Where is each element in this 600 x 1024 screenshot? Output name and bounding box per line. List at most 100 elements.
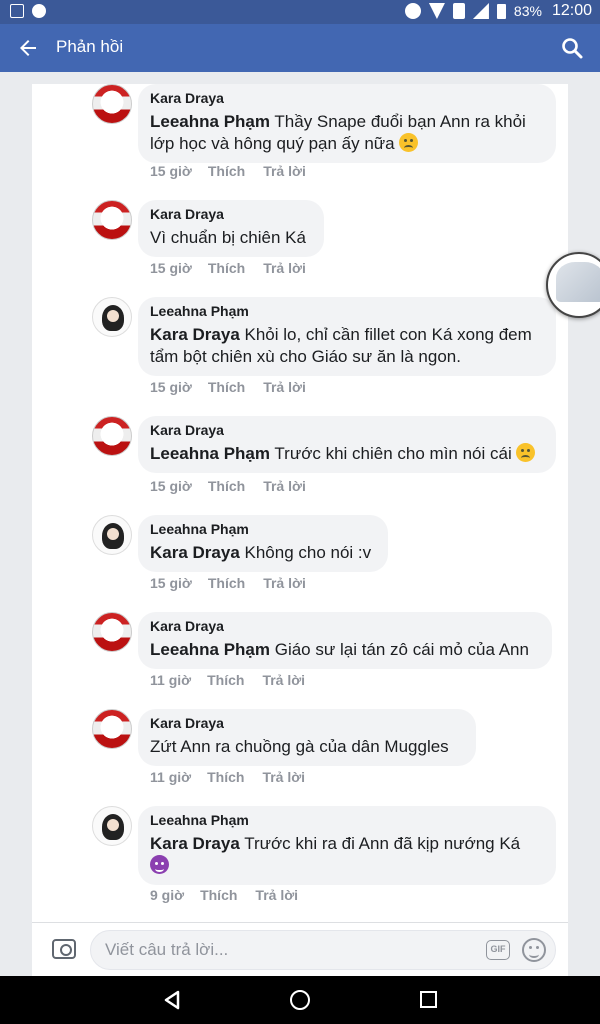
gif-button[interactable]: GIF: [486, 940, 510, 960]
comment-text: Kara Draya Khỏi lo, chỉ cần fillet con K…: [150, 325, 532, 366]
comment-time: 11 giờ: [150, 672, 192, 688]
comment-text: Leeahna Phạm Trước khi chiên cho mìn nói…: [150, 443, 544, 465]
comment-author[interactable]: Kara Draya: [150, 618, 540, 634]
devil-emoji-icon: [150, 855, 169, 874]
wifi-icon: [428, 3, 445, 19]
comment-time: 15 giờ: [150, 163, 192, 179]
comment-author[interactable]: Kara Draya: [150, 90, 544, 106]
reply-link[interactable]: Trả lời: [263, 478, 306, 494]
app-header: Phản hồi: [0, 24, 600, 72]
mention[interactable]: Leeahna Phạm: [150, 640, 270, 659]
mention[interactable]: Kara Draya: [150, 543, 240, 562]
comment-author[interactable]: Kara Draya: [150, 715, 464, 731]
signal-icon: [472, 3, 489, 19]
status-bar: 83% 12:00: [0, 0, 600, 24]
home-circle-icon[interactable]: [290, 990, 310, 1010]
reply-link[interactable]: Trả lời: [263, 379, 306, 395]
image-icon: [10, 4, 24, 18]
avatar[interactable]: [92, 297, 132, 337]
avatar[interactable]: [92, 416, 132, 456]
comment-actions: 11 giờ Thích Trả lời: [150, 672, 305, 688]
comment-bubble: Leeahna Phạm Kara Draya Khỏi lo, chỉ cần…: [138, 297, 556, 376]
sticker-icon[interactable]: [522, 938, 546, 962]
comment-actions: 15 giờ Thích Trả lời: [150, 575, 306, 591]
comment-text: Leeahna Phạm Giáo sư lại tán zô cái mỏ c…: [150, 640, 529, 659]
comment-author[interactable]: Leeahna Phạm: [150, 303, 544, 319]
comment-time: 9 giờ: [150, 887, 185, 903]
search-button[interactable]: [560, 36, 584, 60]
comment-author[interactable]: Leeahna Phạm: [150, 521, 376, 537]
status-left-icons: [10, 4, 46, 18]
comment-actions: 9 giờ Thích Trả lời: [150, 887, 298, 903]
comment-time: 11 giờ: [150, 769, 192, 785]
status-right-icons: 83% 12:00: [404, 2, 592, 20]
comment-actions: 15 giờ Thích Trả lời: [150, 260, 306, 276]
mention[interactable]: Leeahna Phạm: [150, 444, 270, 463]
recents-square-icon[interactable]: [420, 991, 437, 1008]
search-icon: [562, 38, 583, 59]
like-link[interactable]: Thích: [208, 260, 245, 276]
avatar[interactable]: [92, 709, 132, 749]
comment-text: Kara Draya Trước khi ra đi Ann đã kịp nư…: [150, 833, 544, 877]
like-link[interactable]: Thích: [208, 575, 245, 591]
comment-text: Kara Draya Không cho nói :v: [150, 543, 372, 562]
chat-head-avatar: [556, 262, 600, 302]
sad-emoji-icon: [516, 443, 536, 462]
system-nav-bar: [0, 976, 600, 1024]
comment-author[interactable]: Kara Draya: [150, 422, 544, 438]
avatar[interactable]: [92, 612, 132, 652]
reply-link[interactable]: Trả lời: [255, 887, 298, 903]
comment-time: 15 giờ: [150, 379, 192, 395]
comment-author[interactable]: Leeahna Phạm: [150, 812, 544, 828]
comment-text: Zứt Ann ra chuồng gà của dân Muggles: [150, 737, 449, 756]
reply-composer: GIF: [32, 922, 568, 976]
do-not-disturb-icon: [404, 3, 421, 19]
comment-text: Leeahna Phạm Thầy Snape đuổi bạn Ann ra …: [150, 112, 526, 153]
comment-bubble: Kara Draya Vì chuẩn bị chiên Ká: [138, 200, 324, 257]
unknown-question-icon: [452, 3, 465, 19]
comment-actions: 15 giờ Thích Trả lời: [150, 163, 306, 179]
comment-thread: Kara Draya Leeahna Phạm Thầy Snape đuổi …: [32, 84, 568, 922]
avatar[interactable]: [92, 806, 132, 846]
comment-bubble: Kara Draya Zứt Ann ra chuồng gà của dân …: [138, 709, 476, 766]
like-link[interactable]: Thích: [208, 379, 245, 395]
comment-time: 15 giờ: [150, 575, 192, 591]
like-link[interactable]: Thích: [207, 769, 244, 785]
comment-bubble: Kara Draya Leeahna Phạm Trước khi chiên …: [138, 416, 556, 473]
page-title: Phản hồi: [56, 37, 124, 56]
arrow-left-icon: [20, 40, 36, 56]
comment-time: 15 giờ: [150, 478, 192, 494]
comment-actions: 15 giờ Thích Trả lời: [150, 379, 306, 395]
back-button[interactable]: [16, 36, 40, 60]
messenger-icon: [32, 4, 46, 18]
reply-link[interactable]: Trả lời: [263, 163, 306, 179]
reply-link[interactable]: Trả lời: [263, 260, 306, 276]
comment-author[interactable]: Kara Draya: [150, 206, 312, 222]
mention[interactable]: Kara Draya: [150, 834, 240, 853]
mention[interactable]: Kara Draya: [150, 325, 240, 344]
comment-bubble: Kara Draya Leeahna Phạm Thầy Snape đuổi …: [138, 84, 556, 163]
mention[interactable]: Leeahna Phạm: [150, 112, 270, 131]
comment-bubble: Leeahna Phạm Kara Draya Không cho nói :v: [138, 515, 388, 572]
back-triangle-icon[interactable]: [162, 990, 182, 1010]
comment-bubble: Kara Draya Leeahna Phạm Giáo sư lại tán …: [138, 612, 552, 669]
like-link[interactable]: Thích: [207, 672, 244, 688]
comment-bubble: Leeahna Phạm Kara Draya Trước khi ra đi …: [138, 806, 556, 885]
like-link[interactable]: Thích: [200, 887, 237, 903]
battery-icon: [496, 3, 506, 19]
clock: 12:00: [551, 2, 592, 19]
comment-actions: 15 giờ Thích Trả lời: [150, 478, 306, 494]
comment-text: Vì chuẩn bị chiên Ká: [150, 228, 306, 247]
comment-time: 15 giờ: [150, 260, 192, 276]
camera-icon[interactable]: [52, 939, 76, 959]
reply-link[interactable]: Trả lời: [263, 575, 306, 591]
avatar[interactable]: [92, 200, 132, 240]
comment-actions: 11 giờ Thích Trả lời: [150, 769, 305, 785]
like-link[interactable]: Thích: [208, 163, 245, 179]
avatar[interactable]: [92, 84, 132, 124]
reply-link[interactable]: Trả lời: [262, 672, 305, 688]
reply-link[interactable]: Trả lời: [262, 769, 305, 785]
battery-percent: 83%: [513, 3, 542, 19]
like-link[interactable]: Thích: [208, 478, 245, 494]
avatar[interactable]: [92, 515, 132, 555]
